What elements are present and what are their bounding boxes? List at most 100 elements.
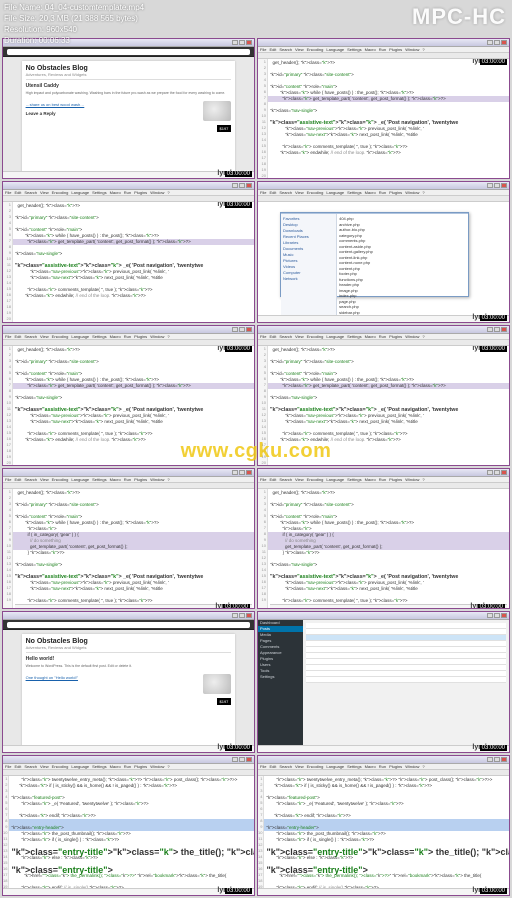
page-viewport[interactable]: No Obstacles BlogAdventures, Reviews and… bbox=[3, 57, 254, 171]
post-title[interactable]: Utensil Caddy bbox=[26, 83, 232, 89]
admin-menu-item[interactable]: Settings bbox=[258, 674, 303, 680]
menu-item[interactable]: View bbox=[295, 334, 304, 339]
thumbnail-tile[interactable]: No Obstacles BlogAdventures, Reviews and… bbox=[2, 611, 255, 752]
post-title[interactable]: Hello world! bbox=[26, 656, 232, 662]
menu-item[interactable]: Settings bbox=[347, 190, 361, 195]
menu-item[interactable]: File bbox=[260, 47, 266, 52]
menu-item[interactable]: Run bbox=[124, 477, 131, 482]
close-button[interactable] bbox=[246, 327, 252, 332]
code-text[interactable]: get_header(); "k">class="k">?> "k">id="p… bbox=[268, 346, 509, 465]
menu-item[interactable]: Language bbox=[326, 190, 344, 195]
menu-item[interactable]: Encoding bbox=[307, 47, 324, 52]
menu-item[interactable]: Window bbox=[405, 477, 419, 482]
menu-item[interactable]: File bbox=[260, 190, 266, 195]
code-text[interactable]: get_header(); "k">class="k">?> "k">id="p… bbox=[13, 489, 254, 608]
menu-item[interactable]: Search bbox=[24, 764, 37, 769]
menu-item[interactable]: Edit bbox=[269, 334, 276, 339]
thumbnail-tile[interactable]: FileEditSearchViewEncodingLanguageSettin… bbox=[257, 325, 510, 466]
menu-item[interactable]: Run bbox=[379, 47, 386, 52]
minimize-button[interactable] bbox=[232, 613, 238, 618]
menu-item[interactable]: Encoding bbox=[307, 334, 324, 339]
menu-item[interactable]: Plugins bbox=[134, 477, 147, 482]
menu-item[interactable]: Search bbox=[279, 764, 292, 769]
minimize-button[interactable] bbox=[487, 757, 493, 762]
maximize-button[interactable] bbox=[494, 613, 500, 618]
menu-item[interactable]: Language bbox=[326, 334, 344, 339]
menu-item[interactable]: Edit bbox=[14, 334, 21, 339]
menu-item[interactable]: ? bbox=[422, 334, 424, 339]
code-text[interactable]: get_header(); "k">class="k">?> "k">id="p… bbox=[13, 346, 254, 465]
dialog-file-list[interactable]: 404.phparchive.phpauthor-bio.phpcategory… bbox=[337, 214, 468, 314]
close-button[interactable] bbox=[246, 613, 252, 618]
menu-item[interactable]: Plugins bbox=[134, 190, 147, 195]
minimize-button[interactable] bbox=[232, 183, 238, 188]
post-link[interactable]: One thought on "Hello world!" bbox=[26, 675, 232, 680]
close-button[interactable] bbox=[501, 327, 507, 332]
menu-item[interactable]: Plugins bbox=[389, 764, 402, 769]
menu-item[interactable]: Run bbox=[124, 764, 131, 769]
menu-item[interactable]: Run bbox=[379, 477, 386, 482]
menu-item[interactable]: Settings bbox=[92, 190, 106, 195]
menu-item[interactable]: Settings bbox=[92, 477, 106, 482]
close-button[interactable] bbox=[246, 757, 252, 762]
menu-item[interactable]: File bbox=[5, 477, 11, 482]
menu-item[interactable]: Settings bbox=[347, 334, 361, 339]
menu-item[interactable]: Settings bbox=[347, 477, 361, 482]
page-viewport[interactable]: No Obstacles BlogAdventures, Reviews and… bbox=[3, 630, 254, 744]
table-row[interactable] bbox=[306, 677, 506, 683]
maximize-button[interactable] bbox=[239, 470, 245, 475]
menu-item[interactable]: ? bbox=[422, 764, 424, 769]
menu-item[interactable]: View bbox=[295, 190, 304, 195]
menu-item[interactable]: View bbox=[40, 477, 49, 482]
menu-item[interactable]: Language bbox=[326, 47, 344, 52]
menu-item[interactable]: Macro bbox=[110, 477, 121, 482]
menu-item[interactable]: Run bbox=[124, 190, 131, 195]
menu-item[interactable]: Window bbox=[405, 334, 419, 339]
menu-item[interactable]: File bbox=[260, 764, 266, 769]
menu-item[interactable]: Encoding bbox=[307, 190, 324, 195]
maximize-button[interactable] bbox=[494, 470, 500, 475]
code-editor[interactable]: 123456789101112131415161718192021 get_he… bbox=[258, 59, 509, 178]
menu-item[interactable]: View bbox=[295, 47, 304, 52]
menu-item[interactable]: Settings bbox=[92, 334, 106, 339]
menu-item[interactable]: Language bbox=[71, 190, 89, 195]
thumbnail-tile[interactable]: FileEditSearchViewEncodingLanguageSettin… bbox=[257, 181, 510, 322]
menu-item[interactable]: Plugins bbox=[134, 764, 147, 769]
menu-item[interactable]: Settings bbox=[347, 47, 361, 52]
menu-item[interactable]: View bbox=[295, 477, 304, 482]
menu-item[interactable]: Search bbox=[24, 190, 37, 195]
menu-item[interactable]: Search bbox=[279, 334, 292, 339]
code-editor[interactable]: 12345678910111213141516171819 "k">class=… bbox=[3, 776, 254, 888]
thumbnail-tile[interactable]: FileEditSearchViewEncodingLanguageSettin… bbox=[2, 181, 255, 322]
maximize-button[interactable] bbox=[494, 183, 500, 188]
close-button[interactable] bbox=[501, 470, 507, 475]
menu-item[interactable]: ? bbox=[167, 190, 169, 195]
menu-item[interactable]: File bbox=[5, 764, 11, 769]
menu-item[interactable]: Plugins bbox=[389, 334, 402, 339]
menu-item[interactable]: ? bbox=[422, 477, 424, 482]
close-button[interactable] bbox=[501, 613, 507, 618]
menu-item[interactable]: Window bbox=[405, 764, 419, 769]
menu-item[interactable]: Edit bbox=[14, 477, 21, 482]
post-link[interactable]: …share us on best wood wash… bbox=[26, 102, 232, 107]
maximize-button[interactable] bbox=[239, 613, 245, 618]
code-editor[interactable]: 12345678910111213141516171819 get_header… bbox=[258, 489, 509, 608]
menu-item[interactable]: Encoding bbox=[52, 190, 69, 195]
menu-item[interactable]: Edit bbox=[14, 764, 21, 769]
menu-item[interactable]: File bbox=[5, 190, 11, 195]
close-button[interactable] bbox=[501, 183, 507, 188]
minimize-button[interactable] bbox=[487, 470, 493, 475]
address-bar[interactable] bbox=[7, 49, 250, 55]
code-editor[interactable]: 123456789101112131415161718192021 get_he… bbox=[3, 202, 254, 321]
menu-item[interactable]: Search bbox=[24, 334, 37, 339]
minimize-button[interactable] bbox=[487, 327, 493, 332]
close-button[interactable] bbox=[246, 470, 252, 475]
menu-item[interactable]: Encoding bbox=[307, 764, 324, 769]
thumbnail-tile[interactable]: No Obstacles BlogAdventures, Reviews and… bbox=[2, 38, 255, 179]
menu-item[interactable]: ? bbox=[167, 764, 169, 769]
menu-item[interactable]: Language bbox=[326, 764, 344, 769]
menu-item[interactable]: Macro bbox=[365, 334, 376, 339]
menu-item[interactable]: Edit bbox=[14, 190, 21, 195]
menu-item[interactable]: Edit bbox=[269, 477, 276, 482]
menu-item[interactable]: ? bbox=[422, 47, 424, 52]
